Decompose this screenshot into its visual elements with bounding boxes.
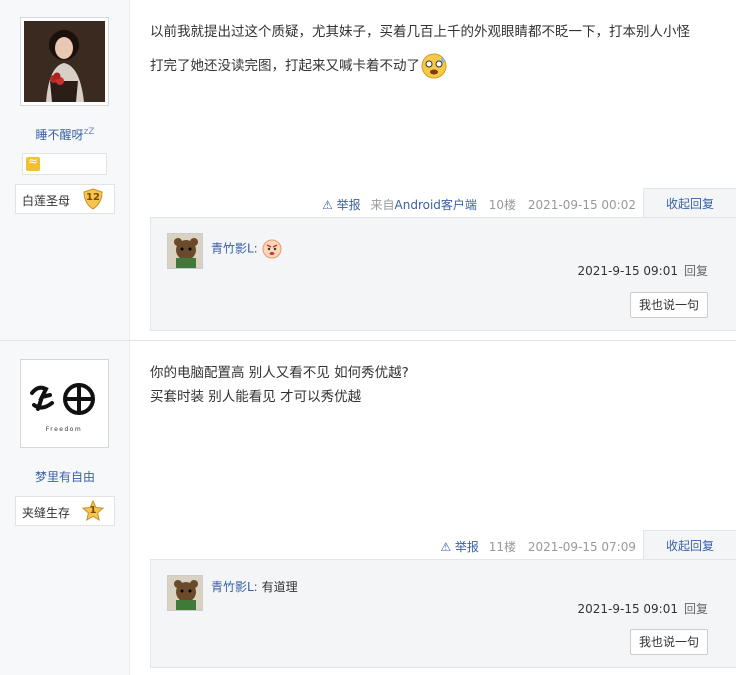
member-badge[interactable] (22, 153, 107, 175)
report-link[interactable]: ⚠ 举报 (322, 198, 361, 212)
post-tail: ⚠ 举报 11楼 2021-09-15 07:09 (440, 538, 636, 555)
member-icon (26, 154, 40, 171)
author-name-link[interactable]: 睡不醒呀zZ (0, 126, 130, 143)
level-number: 1 (89, 505, 97, 516)
post-content: 你的电脑配置高 别人又看不见 如何秀优越? 买套时装 别人能看见 才可以秀优越 (150, 361, 409, 409)
reply-panel: 青竹影L: 2021-9-15 09:01 回复 我也说一句 (150, 217, 736, 331)
post-time: 2021-09-15 07:09 (527, 540, 636, 554)
floor-number: 10楼 (488, 198, 517, 212)
report-link[interactable]: ⚠ 举报 (440, 540, 479, 554)
floor-number: 11楼 (488, 540, 517, 554)
reply-line: 青竹影L: (211, 239, 282, 259)
post-tail: ⚠ 举报 来自Android客户端 10楼 2021-09-15 00:02 (322, 196, 636, 213)
level-shield-icon: 12 (82, 188, 104, 210)
author-sidebar: Freedom 梦里有自由 夹缝生存 1 (0, 341, 130, 675)
add-comment-button[interactable]: 我也说一句 (630, 629, 708, 655)
reply-time: 2021-9-15 09:01 (577, 264, 678, 278)
report-label: 举报 (336, 198, 361, 212)
angry-face-emoji-icon (262, 239, 282, 259)
avatar-caption: Freedom (46, 426, 83, 433)
level-number: 12 (86, 192, 100, 203)
author-name[interactable]: 梦里有自由 (0, 468, 130, 485)
add-comment-button[interactable]: 我也说一句 (630, 292, 708, 318)
report-label: 举报 (454, 540, 479, 554)
client-link[interactable]: Android客户端 (395, 198, 477, 212)
reply-username[interactable]: 青竹影L: (211, 580, 258, 594)
sweat-face-emoji-icon (420, 52, 448, 80)
post-line-2: 打完了她还没读完图，打起来又喊卡着不动了 (150, 49, 690, 83)
post-line-2: 买套时装 别人能看见 才可以秀优越 (150, 389, 362, 405)
reply-time: 2021-9-15 09:01 (577, 602, 678, 616)
author-sidebar: 睡不醒呀zZ 白莲圣母 12 (0, 0, 130, 340)
level-star-icon: 1 (81, 499, 105, 522)
reply-link[interactable]: 回复 (684, 264, 708, 278)
reply-link[interactable]: 回复 (684, 602, 708, 616)
reply-username[interactable]: 青竹影L: (211, 242, 258, 256)
post-floor-11: Freedom 梦里有自由 夹缝生存 1 你的电脑配置高 别人又看不见 如何秀优… (0, 341, 736, 675)
reply-avatar[interactable] (167, 233, 203, 269)
reply-meta: 2021-9-15 09:01 回复 (577, 262, 708, 279)
collapse-replies-button[interactable]: 收起回复 (643, 188, 736, 218)
from-prefix: 来自 (370, 198, 395, 212)
reply-meta: 2021-9-15 09:01 回复 (577, 600, 708, 617)
post-line-1: 以前我就提出过这个质疑，尤其妹子，买着几百上千的外观眼睛都不眨一下，打本别人小怪 (150, 24, 690, 40)
author-avatar[interactable] (20, 17, 109, 106)
collapse-replies-button[interactable]: 收起回复 (643, 530, 736, 560)
author-avatar[interactable]: Freedom (20, 359, 109, 448)
level-title: 白莲圣母 (22, 194, 71, 208)
level-title: 夹缝生存 (22, 506, 71, 520)
reply-line: 青竹影L: 有道理 (211, 578, 298, 595)
level-badge[interactable]: 白莲圣母 12 (15, 184, 115, 214)
sleep-icon: zZ (83, 127, 95, 137)
reply-panel: 青竹影L: 有道理 2021-9-15 09:01 回复 我也说一句 (150, 559, 736, 668)
post-line-2-text: 打完了她还没读完图，打起来又喊卡着不动了 (150, 58, 420, 74)
reply-text: 有道理 (261, 580, 298, 594)
author-name[interactable]: 睡不醒呀 (36, 128, 84, 142)
post-content: 以前我就提出过这个质疑，尤其妹子，买着几百上千的外观眼睛都不眨一下，打本别人小怪… (150, 15, 690, 83)
post-line-1: 你的电脑配置高 别人又看不见 如何秀优越? (150, 365, 409, 381)
level-badge[interactable]: 夹缝生存 1 (15, 496, 115, 526)
client-source: 来自Android客户端 (371, 198, 477, 212)
post-floor-10: 睡不醒呀zZ 白莲圣母 12 以前我就提出过这个质疑，尤其妹子，买着几百上千的外… (0, 0, 736, 340)
reply-avatar[interactable] (167, 575, 203, 611)
post-time: 2021-09-15 00:02 (527, 198, 636, 212)
